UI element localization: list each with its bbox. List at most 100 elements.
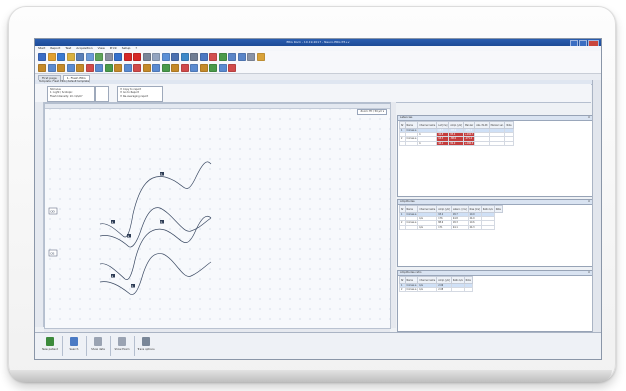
table-cell: Cornea a <box>404 127 419 134</box>
trace-17-icon[interactable] <box>190 63 198 72</box>
table-cell <box>404 224 419 230</box>
graph-vertical-scrollbar[interactable] <box>390 102 396 328</box>
bottom-button-2[interactable]: Show data <box>87 335 109 357</box>
pane-title: Amplitudes <box>400 200 415 203</box>
column-header[interactable]: Name <box>404 276 419 284</box>
average-icon[interactable] <box>218 52 227 61</box>
column-header[interactable]: Ratio b/a <box>450 276 465 284</box>
table-cell: +186.5 <box>462 140 476 146</box>
patient-icon[interactable] <box>47 52 56 61</box>
column-header[interactable]: Lat [ms] <box>436 121 450 129</box>
column-header[interactable]: Abs. Pk-Pk <box>474 121 490 129</box>
pane-close-icon[interactable]: ✕ <box>588 116 590 120</box>
zoom-in-icon[interactable] <box>228 52 236 61</box>
trace-13-icon[interactable] <box>152 63 160 72</box>
column-header[interactable]: Ampl. [µV] <box>436 276 452 284</box>
column-header[interactable]: Mar-ker <box>462 121 476 129</box>
table-header-row: Nr Name Channel name Ampl. [µV] Ratio b/a Not… <box>399 276 473 284</box>
window-controls <box>570 40 599 47</box>
cursor-icon[interactable] <box>171 52 179 61</box>
latencies-table: Nr Name Channel name Lat [ms] Ampl. [µV] Mar-… <box>399 121 514 146</box>
chart-icon[interactable] <box>85 52 94 61</box>
bottom-button-1[interactable]: Search <box>63 335 85 357</box>
table-cell: b/a <box>417 224 438 230</box>
column-header[interactable]: Note <box>493 205 503 213</box>
column-header[interactable]: Rise [ms] <box>467 205 482 213</box>
table-cell: Cornea a <box>404 287 419 293</box>
zoom-out-icon[interactable] <box>237 52 246 61</box>
trace-1-icon[interactable] <box>38 63 46 72</box>
trace-20-icon[interactable] <box>218 63 227 72</box>
trace-11-icon[interactable] <box>133 63 141 72</box>
folder-icon[interactable] <box>66 52 75 61</box>
print-icon[interactable] <box>76 52 84 61</box>
table-cell: +192.7 <box>462 132 476 138</box>
trace-15-icon[interactable] <box>171 63 179 72</box>
table-row[interactable]: 2 Cornea a b/a 2.08 <box>399 287 473 293</box>
trace-19-icon[interactable] <box>209 63 217 72</box>
save-icon[interactable] <box>57 52 65 61</box>
stimulus-options[interactable]: Stimulus 1: Light / Scotopic Flash Inten… <box>47 86 95 102</box>
trace-8-icon[interactable] <box>104 63 113 72</box>
column-header[interactable]: Note <box>504 121 514 129</box>
trace-2-icon[interactable] <box>47 63 56 72</box>
trace-10-icon[interactable] <box>123 63 132 72</box>
column-header[interactable]: Ampl. [µV] <box>436 205 452 213</box>
pane-close-icon[interactable]: ✕ <box>588 271 590 275</box>
layout-icon[interactable] <box>161 52 170 61</box>
column-header[interactable]: Channel name <box>417 121 438 129</box>
trace-4-icon[interactable] <box>66 63 75 72</box>
column-header[interactable]: Mar-ker val. <box>488 121 506 129</box>
title-bar: ERG Rock - 10.19.2017 - Neuro-ERG P3+v <box>35 39 601 47</box>
table-header-row: Nr Name Channel name Ampl. [µV] Latenc. [ms]… <box>399 205 503 213</box>
marker-icon[interactable] <box>180 52 189 61</box>
trace-7-icon[interactable] <box>95 63 103 72</box>
trace-5-icon[interactable] <box>76 63 84 72</box>
filter-icon[interactable] <box>209 52 217 61</box>
trace-16-icon[interactable] <box>180 63 189 72</box>
users-icon[interactable] <box>256 52 265 61</box>
column-header[interactable]: Name <box>404 205 419 213</box>
stop-icon[interactable] <box>133 52 141 61</box>
right-scrollbar[interactable] <box>592 80 601 332</box>
bottom-button-4[interactable]: Trace options <box>135 335 157 357</box>
report-icon[interactable] <box>95 52 103 61</box>
column-header[interactable]: Ampl. [µV] <box>448 121 464 129</box>
tablet-edge <box>10 370 612 382</box>
ratio-pane: Amplitudes ratio ✕ Nr Name Channel name Amp… <box>397 270 593 332</box>
waveform-graph[interactable]: Zoom: Fit / 50 µV ▾ a b a b a b OD OS <box>44 103 391 329</box>
camera-icon[interactable] <box>104 52 113 61</box>
wave-icon[interactable] <box>199 52 208 61</box>
trace-18-icon[interactable] <box>199 63 208 72</box>
column-header[interactable]: Latenc. [ms] <box>450 205 469 213</box>
bottom-button-label: Show data <box>91 348 105 351</box>
trace-6-icon[interactable] <box>85 63 94 72</box>
table-row[interactable]: b/a 171 44.1 24.3 <box>399 224 503 230</box>
table-row[interactable]: b 44.1 82.0 +186.5 <box>399 140 514 146</box>
grid-icon[interactable] <box>152 52 160 61</box>
trace-12-icon[interactable] <box>142 63 151 72</box>
trace-21-icon[interactable] <box>228 63 236 72</box>
pause-icon[interactable] <box>142 52 151 61</box>
play-icon[interactable] <box>114 52 122 61</box>
report-options[interactable]: ☐ Copy to report ☐ Go to Report ☐ Re-ave… <box>117 86 163 102</box>
column-header[interactable]: Name <box>404 121 419 129</box>
trace-3-icon[interactable] <box>57 63 65 72</box>
trace-9-icon[interactable] <box>114 63 122 72</box>
settings-icon[interactable] <box>247 52 255 61</box>
re-averaging-checkbox[interactable]: ☐ Re-averaging report <box>120 95 160 98</box>
column-header[interactable]: Channel name <box>417 205 438 213</box>
bottom-button-3[interactable]: Show Exam <box>111 335 133 357</box>
pane-close-icon[interactable]: ✕ <box>588 200 590 204</box>
record-icon[interactable] <box>123 52 132 61</box>
column-header[interactable]: Ratio b/a <box>480 205 495 213</box>
bottom-button-0[interactable]: New patient <box>39 335 61 357</box>
trace-14-icon[interactable] <box>161 63 170 72</box>
row-label-os: OS <box>50 252 54 256</box>
column-header[interactable]: Channel name <box>417 276 438 284</box>
baseline-icon[interactable] <box>190 52 198 61</box>
column-header[interactable]: Note <box>463 276 473 284</box>
spacer-box <box>95 86 109 102</box>
open-icon[interactable] <box>38 52 46 61</box>
table-cell <box>480 224 495 230</box>
